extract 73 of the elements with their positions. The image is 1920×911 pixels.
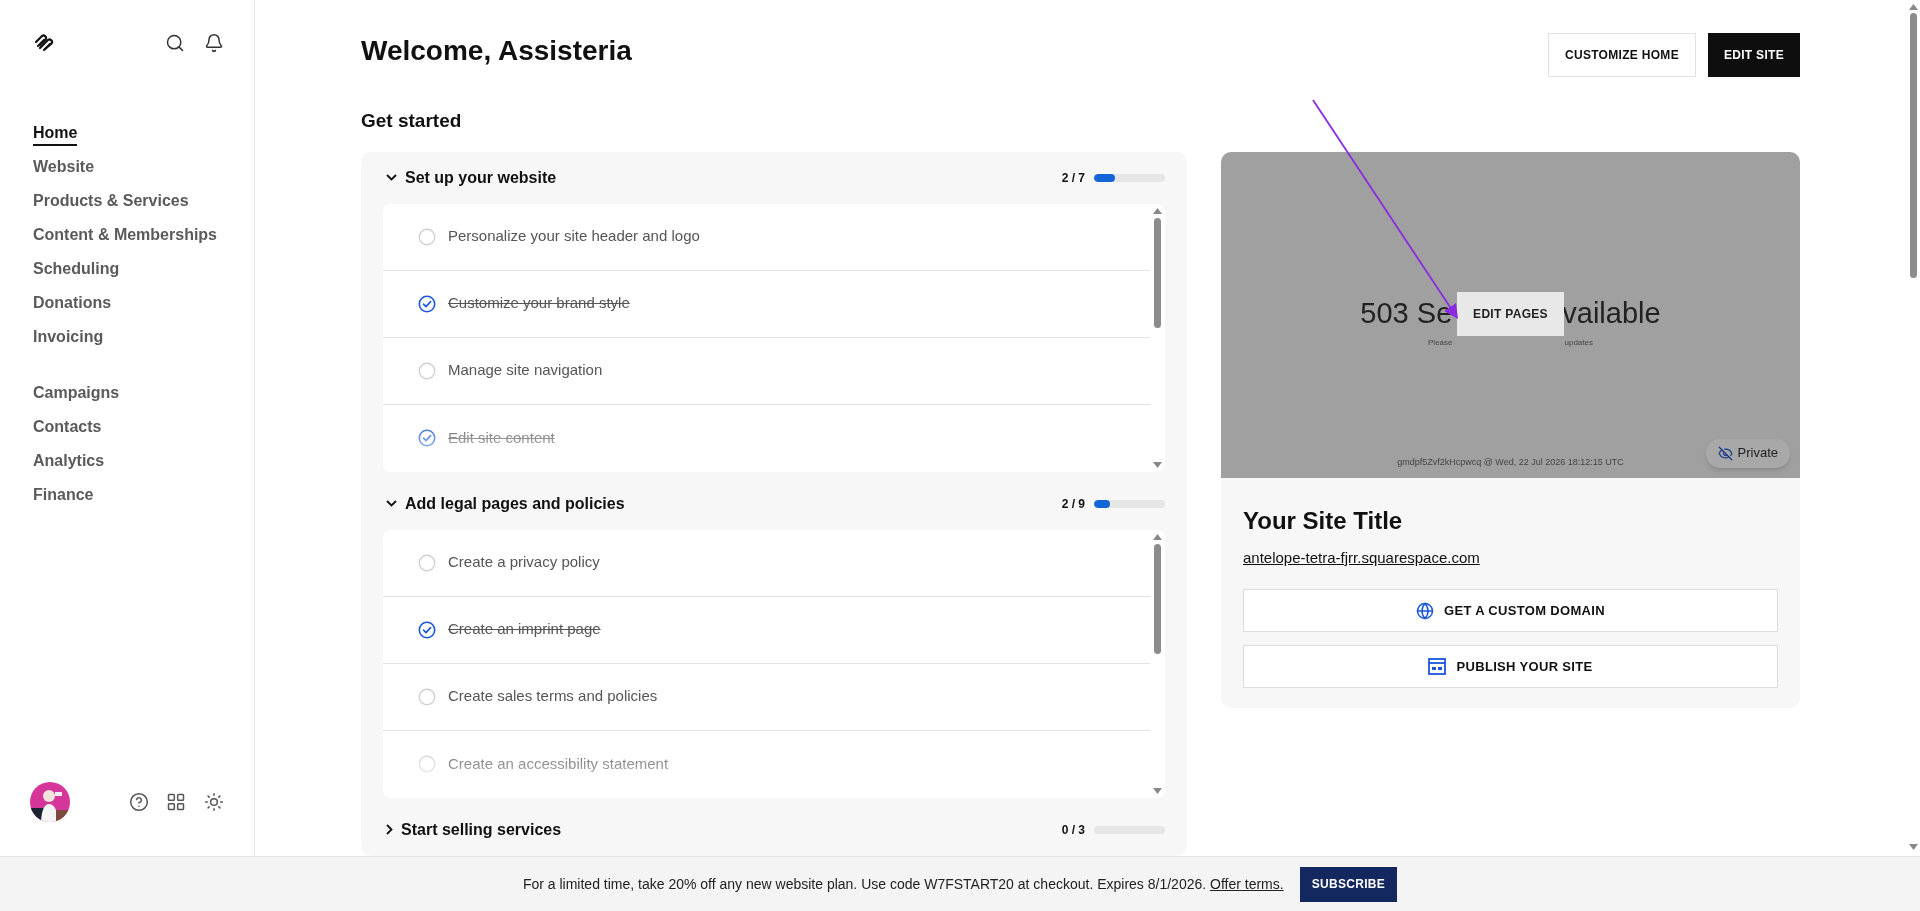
task-row[interactable]: Create an imprint page xyxy=(383,596,1150,664)
site-title: Your Site Title xyxy=(1243,505,1404,536)
section-heading: Get started xyxy=(361,109,463,133)
task-row[interactable]: Manage site navigation xyxy=(383,337,1150,405)
notification-bell-icon[interactable] xyxy=(204,33,224,53)
promo-text: For a limited time, take 20% off any new website plan. Use code W7FSTART20 at checkout. Expires 8/1/2026. Offer terms. xyxy=(522,874,1284,894)
preview-text: Please xyxy=(1428,337,1453,349)
progress-count: 0 / 3 xyxy=(1061,821,1085,839)
nav-link[interactable]: Products & Services xyxy=(33,190,189,214)
nav-link[interactable]: Invoicing xyxy=(33,326,104,350)
edit-pages-button[interactable]: EDIT PAGES xyxy=(1457,291,1564,336)
nav-link[interactable]: Content & Memberships xyxy=(33,224,217,248)
badge-label: Private xyxy=(1737,444,1778,463)
task-label: Edit site content xyxy=(448,427,555,448)
scroll-down-icon[interactable] xyxy=(1908,844,1918,850)
section-toggle[interactable]: Set up your website xyxy=(386,165,557,190)
scroll-thumb[interactable] xyxy=(1154,217,1161,328)
task-row[interactable]: Create sales terms and policies xyxy=(383,663,1150,731)
checked-circle-icon[interactable] xyxy=(418,620,436,639)
nav-link[interactable]: Campaigns xyxy=(33,382,120,406)
nav-link[interactable]: Scheduling xyxy=(33,258,120,282)
checked-circle-icon[interactable] xyxy=(418,294,436,313)
checked-circle-icon[interactable] xyxy=(418,429,436,447)
preview-text: updates xyxy=(1564,337,1593,349)
private-badge[interactable]: Private xyxy=(1705,438,1790,468)
subscribe-button[interactable]: SUBSCRIBE xyxy=(1299,866,1398,902)
nav-link[interactable]: Analytics xyxy=(33,450,105,474)
task-row[interactable]: Personalize your site header and logo xyxy=(383,203,1150,271)
section-toggle[interactable]: Start selling services xyxy=(386,817,562,842)
hidden-eye-icon xyxy=(1717,445,1733,461)
progress-count: 2 / 7 xyxy=(1061,169,1085,187)
scroll-up-icon[interactable] xyxy=(1153,533,1162,540)
scroll-up-icon[interactable] xyxy=(1153,207,1162,214)
help-icon[interactable] xyxy=(129,792,149,812)
nav-link[interactable]: Home xyxy=(33,122,78,146)
nav-link[interactable]: Contacts xyxy=(33,416,102,440)
task-row[interactable]: Customize your brand style xyxy=(383,270,1150,338)
scroll-thumb[interactable] xyxy=(1154,543,1161,654)
globe-icon xyxy=(1416,601,1434,620)
scroll-down-icon[interactable] xyxy=(1153,461,1162,468)
task-label: Create an imprint page xyxy=(448,619,601,640)
task-label: Customize your brand style xyxy=(448,293,630,314)
scroll-thumb[interactable] xyxy=(1909,13,1917,278)
progress-count: 2 / 9 xyxy=(1061,495,1085,513)
section-toggle[interactable]: Add legal pages and policies xyxy=(386,491,625,516)
chevron-right-icon xyxy=(386,824,393,835)
action-button[interactable]: PUBLISH YOUR SITE xyxy=(1243,645,1778,688)
header-button[interactable]: CUSTOMIZE HOME xyxy=(1547,33,1696,77)
scroll-up-icon[interactable] xyxy=(1908,4,1918,10)
brightness-icon[interactable] xyxy=(204,792,224,812)
page-title: Welcome, Assisteria xyxy=(361,34,632,68)
search-icon[interactable] xyxy=(165,33,185,53)
task-row[interactable]: Create a privacy policy xyxy=(383,529,1150,597)
chevron-down-icon xyxy=(386,174,397,181)
offer-terms-link[interactable]: Offer terms. xyxy=(1210,875,1284,892)
nav-link[interactable]: Finance xyxy=(33,484,94,508)
action-button[interactable]: GET A CUSTOM DOMAIN xyxy=(1243,589,1778,632)
nav-link[interactable]: Website xyxy=(33,156,95,180)
task-label: Create a privacy policy xyxy=(448,552,600,573)
preview-heading: vailable xyxy=(1562,295,1661,331)
task-label: Personalize your site header and logo xyxy=(448,226,700,247)
scroll-down-icon[interactable] xyxy=(1153,787,1162,794)
task-label: Manage site navigation xyxy=(448,360,603,381)
preview-footer-text: gmdpf5Zvf2kHcpwcq @ Wed, 22 Jul 2026 18:12:15 UTC xyxy=(1397,456,1624,469)
nav-link[interactable]: Donations xyxy=(33,292,112,316)
add-widget-icon[interactable] xyxy=(166,792,186,812)
task-label: Create sales terms and policies xyxy=(448,686,658,707)
chevron-down-icon xyxy=(386,500,397,507)
browser-window-icon xyxy=(1428,658,1447,675)
site-url-link[interactable]: antelope-tetra-fjrr.squarespace.com xyxy=(1243,546,1778,569)
task-label: Create an accessibility statement xyxy=(448,753,669,774)
avatar[interactable] xyxy=(30,782,70,822)
header-button[interactable]: EDIT SITE xyxy=(1707,33,1800,77)
